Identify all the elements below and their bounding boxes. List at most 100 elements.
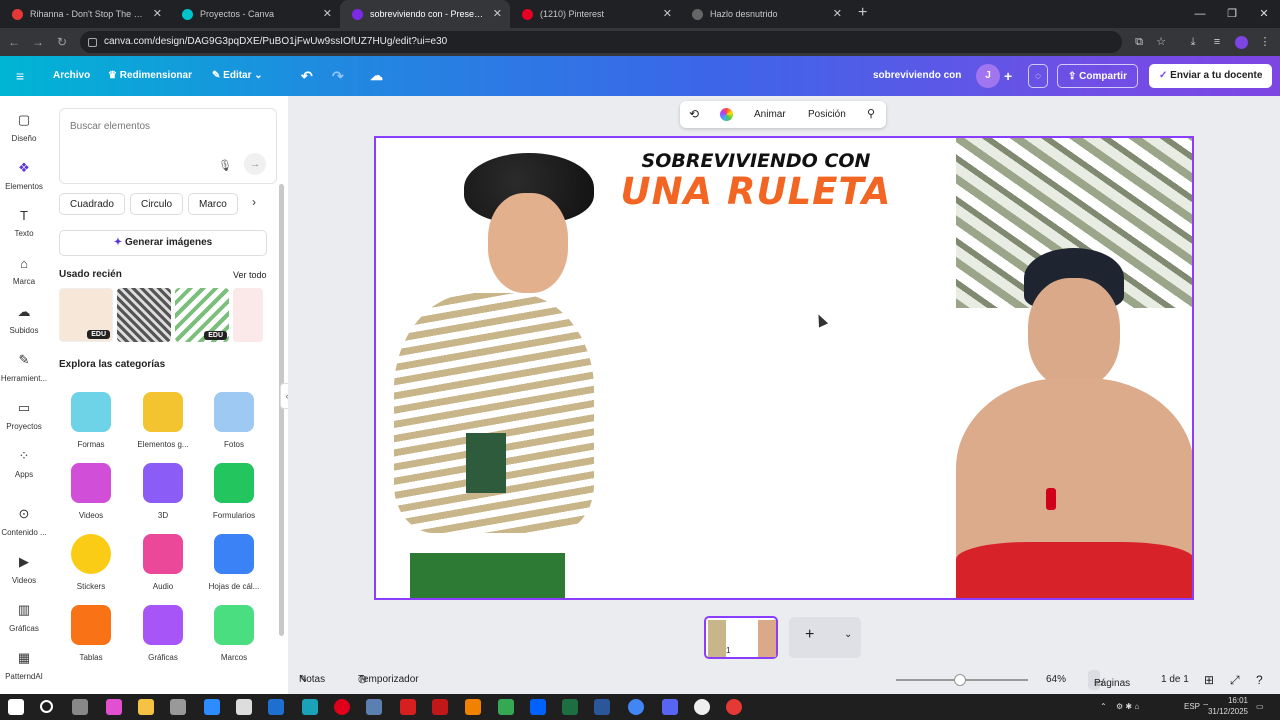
rail-videos[interactable]: ▶ Videos (0, 554, 48, 585)
rail-text[interactable]: T Texto (0, 208, 48, 238)
pages-button[interactable]: ▭ Páginas (1088, 670, 1130, 690)
position-button[interactable]: Posición (808, 101, 846, 128)
category-3d[interactable]: 3D (133, 463, 193, 520)
edit-button[interactable]: ✎ Editar ⌄ (212, 56, 263, 96)
slide-title-line1[interactable]: SOBREVIVIENDO CON (606, 150, 906, 172)
rail-tools[interactable]: ✎ Herramient... (0, 352, 48, 383)
chips-next-icon[interactable]: › (252, 195, 256, 209)
language-indicator[interactable]: ESP (1184, 694, 1200, 720)
browser-tab-2[interactable]: sobreviviendo con - Presentación✕ (340, 0, 510, 28)
replace-icon[interactable]: ⟲ (689, 101, 699, 128)
search-icon[interactable] (40, 700, 53, 713)
close-window-icon[interactable]: ✕ (1248, 0, 1280, 28)
tray-icons[interactable]: ⚙ ✱ ⌂ (1116, 694, 1139, 720)
person-image[interactable] (946, 238, 1192, 598)
animate-button[interactable]: Animar (754, 101, 786, 128)
arrow-right-icon[interactable]: → (244, 153, 266, 175)
fullscreen-icon[interactable]: ⤢ (1230, 666, 1240, 694)
add-page-icon[interactable]: + (805, 626, 814, 644)
chevron-down-icon[interactable]: ⌄ (844, 629, 852, 640)
url-field[interactable]: canva.com/design/DAG9G3pqDXE/PuBO1jFwUw9… (80, 31, 1122, 53)
page-thumbnail[interactable]: 1 (704, 616, 778, 659)
rail-projects[interactable]: ▭ Proyectos (0, 400, 48, 431)
document-title[interactable]: sobreviviendo con (873, 56, 961, 96)
word-icon[interactable] (594, 699, 610, 715)
excel-icon[interactable] (562, 699, 578, 715)
edge-icon[interactable] (302, 699, 318, 715)
panel-scrollbar[interactable] (279, 184, 284, 636)
zoom-slider-handle[interactable] (954, 674, 966, 686)
zoom-app-icon[interactable] (204, 699, 220, 715)
calculator-icon[interactable] (366, 699, 382, 715)
category-audio[interactable]: Audio (133, 534, 193, 591)
app-icon-blue[interactable] (268, 699, 284, 715)
add-collaborator-icon[interactable]: + (1004, 56, 1012, 96)
see-all-link[interactable]: Ver todo (233, 270, 267, 280)
menu-icon[interactable]: ≡ (16, 56, 24, 96)
undo-icon[interactable]: ↶ (301, 56, 313, 96)
rail-brand[interactable]: ⌂ Marca (0, 256, 48, 286)
category-fotos[interactable]: Fotos (204, 392, 264, 449)
recent-item-pattern[interactable] (117, 288, 171, 342)
send-to-teacher-button[interactable]: ✓ Enviar a tu docente (1149, 64, 1273, 88)
skeleton-image[interactable] (380, 153, 600, 598)
store-icon[interactable] (170, 699, 186, 715)
close-tab-icon[interactable]: ✕ (663, 7, 672, 20)
task-view-icon[interactable] (72, 699, 88, 715)
file-explorer-icon[interactable] (138, 699, 154, 715)
category-formularios[interactable]: Formularios (204, 463, 264, 520)
rail-pattern[interactable]: ▦ PatterndAI (0, 650, 48, 681)
opera-icon[interactable] (334, 699, 350, 715)
color-wheel-icon[interactable] (720, 108, 733, 121)
recent-item-money[interactable]: EDU (175, 288, 229, 342)
site-info-icon[interactable] (88, 38, 97, 47)
generate-images-button[interactable]: ✦ Generar imágenes (59, 230, 267, 256)
user-avatar[interactable]: J (976, 64, 1000, 88)
category-elementos[interactable]: Elementos g... (133, 392, 193, 449)
image-app-icon[interactable] (498, 699, 514, 715)
share-button[interactable]: ⇪ Compartir (1057, 64, 1138, 88)
dropbox-icon[interactable] (530, 699, 546, 715)
red-app-icon[interactable] (432, 699, 448, 715)
minimize-icon[interactable]: — (1184, 0, 1216, 28)
close-tab-icon[interactable]: ✕ (833, 7, 842, 20)
category-tablas[interactable]: Tablas (61, 605, 121, 662)
comments-icon[interactable]: ◌ (1028, 64, 1048, 88)
clock[interactable]: 16:01 31/12/2025 (1204, 695, 1248, 719)
download-icon[interactable]: ⤓ (1182, 28, 1204, 56)
microphone-icon[interactable]: 🎙 (218, 159, 232, 172)
tray-chevron-icon[interactable]: ⌃ (1100, 694, 1107, 720)
grid-view-icon[interactable]: ⊞ (1204, 666, 1214, 694)
close-tab-icon[interactable]: ✕ (153, 7, 162, 20)
rail-apps[interactable]: ⁘ Apps (0, 448, 48, 479)
tab-search-icon[interactable]: ⧉ (1128, 28, 1150, 56)
windows-start-icon[interactable] (8, 699, 24, 715)
back-icon[interactable]: ← (2, 35, 26, 49)
vlc-icon[interactable] (465, 699, 481, 715)
category-marcos[interactable]: Marcos (204, 605, 264, 662)
redo-icon[interactable]: ↷ (332, 56, 344, 96)
profile-icon[interactable] (1230, 28, 1252, 56)
browser-tab-0[interactable]: Rihanna - Don't Stop The Music ✕ (0, 0, 170, 28)
rail-uploads[interactable]: ☁ Subidos (0, 304, 48, 335)
chip-cuadrado[interactable]: Cuadrado (59, 193, 125, 215)
rail-charts[interactable]: ▥ Gráficas (0, 602, 48, 633)
zoom-level[interactable]: 64% (1046, 666, 1066, 694)
slide-title-line2[interactable]: UNA RULETA (606, 170, 906, 213)
slide-canvas[interactable]: SOBREVIVIENDO CON UNA RULETA (374, 136, 1194, 600)
search-elements-input[interactable]: Buscar elementos 🎙 → (59, 108, 277, 184)
media-icon[interactable]: ≡ (1206, 28, 1228, 56)
archivo-menu[interactable]: Archivo (53, 56, 90, 96)
chip-circulo[interactable]: Circulo (130, 193, 184, 215)
new-tab-icon[interactable]: + (858, 0, 867, 28)
browser-menu-icon[interactable]: ⋮ (1254, 28, 1276, 56)
browser-tab-3[interactable]: (1210) Pinterest ✕ (510, 0, 680, 28)
help-icon[interactable]: ? (1256, 666, 1263, 694)
category-graficas[interactable]: Gráficas (133, 605, 193, 662)
close-tab-icon[interactable]: ✕ (493, 7, 502, 20)
recent-item-torso[interactable]: EDU (59, 288, 113, 342)
browser-tab-1[interactable]: Proyectos - Canva ✕ (170, 0, 340, 28)
paint-format-icon[interactable]: ⚲ (867, 101, 875, 128)
chrome-icon[interactable] (628, 699, 644, 715)
github-icon[interactable] (694, 699, 710, 715)
